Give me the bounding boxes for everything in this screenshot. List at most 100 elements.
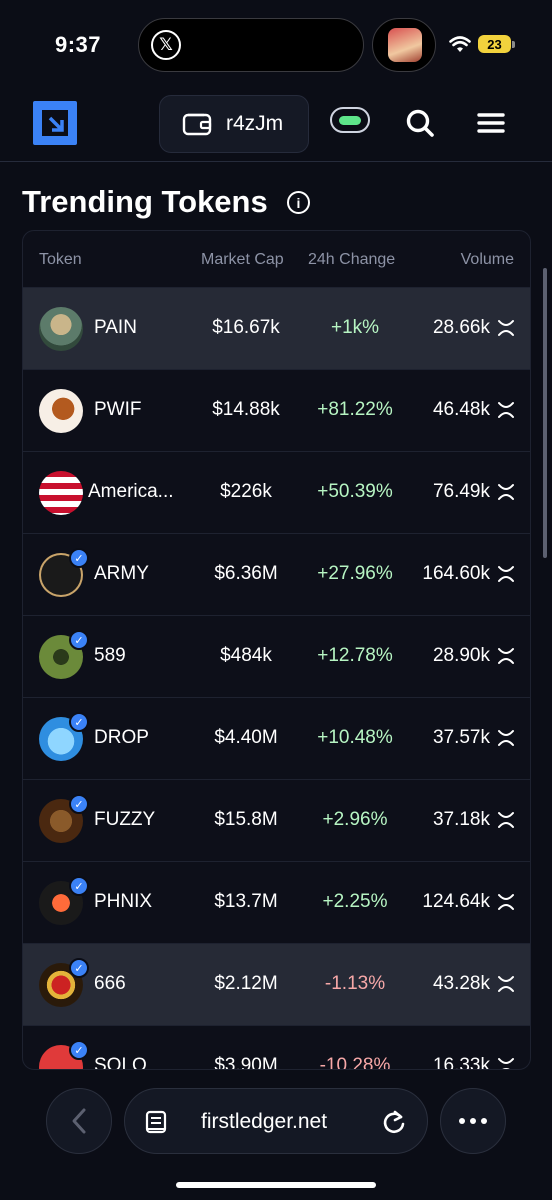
dynamic-island-activity[interactable]	[372, 18, 436, 72]
change-value: +10.48%	[317, 727, 393, 748]
table-row[interactable]: PWIF $14.88k +81.22% 46.48k	[23, 369, 530, 451]
xrp-icon	[498, 402, 514, 418]
market-cap-value: $6.36M	[214, 563, 278, 584]
market-cap-value: $4.40M	[214, 727, 278, 748]
verified-check-icon: ✓	[69, 630, 89, 650]
market-cap-value: $226k	[220, 481, 272, 502]
token-name: ARMY	[94, 563, 149, 584]
verified-check-icon: ✓	[69, 876, 89, 896]
table-header: Token Market Cap 24h Change Volume	[23, 231, 530, 287]
xrp-icon	[498, 320, 514, 336]
app-header: r4zJm	[0, 92, 552, 162]
info-icon[interactable]: i	[287, 191, 310, 214]
market-cap-value: $3.90M	[214, 1055, 278, 1070]
token-name: FUZZY	[94, 809, 156, 830]
toggle-indicator	[339, 115, 361, 125]
logo-inner	[42, 110, 68, 136]
token-name: 666	[94, 973, 126, 994]
address-bar[interactable]: firstledger.net	[124, 1088, 428, 1154]
reload-icon[interactable]	[381, 1109, 407, 1135]
token-name: PWIF	[94, 399, 142, 420]
token-name: DROP	[94, 727, 149, 748]
table-row[interactable]: America... $226k +50.39% 76.49k	[23, 451, 530, 533]
volume-value: 28.66k	[432, 317, 490, 338]
xrp-icon	[498, 730, 514, 746]
market-cap-value: $15.8M	[214, 809, 278, 830]
change-value: +12.78%	[317, 645, 393, 666]
verified-check-icon: ✓	[69, 712, 89, 732]
more-dot	[459, 1118, 465, 1124]
wallet-button[interactable]: r4zJm	[159, 95, 309, 153]
change-value: +81.22%	[317, 399, 393, 420]
dynamic-island[interactable]: 𝕏	[138, 18, 364, 72]
change-value: +27.96%	[317, 563, 393, 584]
table-row[interactable]: ✓ SOLO $3.90M -10.28% 16.33k	[23, 1025, 530, 1070]
scrollbar-thumb[interactable]	[543, 268, 547, 558]
chevron-left-icon	[72, 1108, 86, 1134]
activity-thumbnail	[388, 28, 422, 62]
logo-arrow-icon	[48, 116, 64, 132]
table-row[interactable]: ✓ 666 $2.12M -1.13% 43.28k	[23, 943, 530, 1025]
trending-tokens-table: Token Market Cap 24h Change Volume PAIN $…	[22, 230, 531, 1070]
wallet-icon	[182, 113, 212, 136]
table-row[interactable]: ✓ ARMY $6.36M +27.96% 164.60k	[23, 533, 530, 615]
volume-value: 37.57k	[432, 727, 490, 748]
market-cap-value: $14.88k	[212, 399, 280, 420]
more-dot	[481, 1118, 487, 1124]
page-title: Trending Tokens	[22, 184, 268, 219]
wallet-address: r4zJm	[226, 112, 284, 135]
volume-value: 46.48k	[432, 399, 490, 420]
xrp-icon	[498, 894, 514, 910]
verified-check-icon: ✓	[69, 1040, 89, 1060]
change-value: -10.28%	[319, 1055, 391, 1070]
network-toggle[interactable]	[330, 107, 370, 133]
xrp-icon	[498, 484, 514, 500]
token-name: America...	[88, 481, 174, 502]
reader-icon[interactable]	[145, 1110, 167, 1134]
change-value: -1.13%	[324, 973, 386, 994]
table-row[interactable]: PAIN $16.67k +1k% 28.66k	[23, 287, 530, 369]
column-header-token[interactable]: Token	[39, 251, 82, 269]
market-cap-value: $16.67k	[212, 317, 280, 338]
status-bar: 9:37 𝕏 23	[0, 0, 552, 90]
verified-check-icon: ✓	[69, 958, 89, 978]
table-row[interactable]: ✓ 589 $484k +12.78% 28.90k	[23, 615, 530, 697]
xrp-icon	[498, 566, 514, 582]
table-row[interactable]: ✓ FUZZY $15.8M +2.96% 37.18k	[23, 779, 530, 861]
market-cap-value: $484k	[220, 645, 272, 666]
xrp-icon	[498, 812, 514, 828]
volume-value: 76.49k	[432, 481, 490, 502]
xrp-icon	[498, 648, 514, 664]
token-avatar	[39, 389, 83, 433]
url-text: firstledger.net	[201, 1110, 328, 1133]
search-icon[interactable]	[404, 107, 436, 139]
back-button[interactable]	[46, 1088, 112, 1154]
volume-value: 43.28k	[432, 973, 490, 994]
token-name: PHNIX	[94, 891, 153, 912]
volume-value: 16.33k	[432, 1055, 490, 1070]
token-avatar	[39, 307, 83, 351]
firstledger-logo[interactable]	[33, 101, 77, 145]
market-cap-value: $2.12M	[214, 973, 278, 994]
column-header-market-cap[interactable]: Market Cap	[201, 251, 284, 269]
token-name: 589	[94, 645, 126, 666]
browser-toolbar: firstledger.net	[0, 1070, 552, 1200]
change-value: +1k%	[330, 317, 380, 338]
menu-icon[interactable]	[476, 108, 506, 138]
battery-tip	[512, 41, 515, 48]
table-row[interactable]: ✓ PHNIX $13.7M +2.25% 124.64k	[23, 861, 530, 943]
table-row[interactable]: ✓ DROP $4.40M +10.48% 37.57k	[23, 697, 530, 779]
verified-check-icon: ✓	[69, 794, 89, 814]
change-value: +2.96%	[322, 809, 388, 830]
token-name: SOLO	[94, 1055, 147, 1070]
volume-value: 164.60k	[422, 563, 490, 584]
more-options-button[interactable]	[440, 1088, 506, 1154]
xrp-icon	[498, 1058, 514, 1069]
column-header-24h-change[interactable]: 24h Change	[308, 251, 395, 269]
token-name: PAIN	[94, 317, 137, 338]
verified-check-icon: ✓	[69, 548, 89, 568]
column-header-volume[interactable]: Volume	[461, 251, 514, 269]
home-indicator[interactable]	[176, 1182, 376, 1188]
token-avatar	[39, 471, 83, 515]
battery-icon: 23	[478, 35, 511, 53]
